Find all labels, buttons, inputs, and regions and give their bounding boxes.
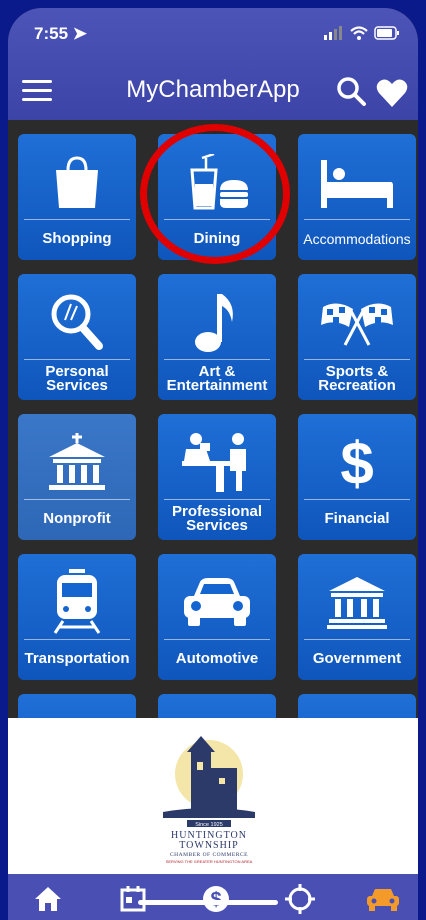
tile-partial[interactable] <box>298 694 416 718</box>
tile-label: Art & Entertainment <box>166 363 268 394</box>
shopping-bag-icon <box>56 156 98 208</box>
train-icon <box>53 569 101 634</box>
tab-deals[interactable]: $ <box>196 882 236 916</box>
status-icons <box>324 26 400 40</box>
building-icon <box>49 433 105 490</box>
dollar-circle-icon: $ <box>203 886 229 912</box>
tile-label: Transportation <box>24 650 130 667</box>
home-indicator <box>138 900 278 905</box>
music-note-icon <box>195 294 233 352</box>
home-icon <box>35 887 61 911</box>
battery-icon <box>374 26 399 40</box>
car-icon <box>367 889 399 911</box>
bed-icon <box>321 160 393 208</box>
tile-professional-services[interactable]: Professional Services <box>158 414 276 540</box>
tile-partial[interactable] <box>158 694 276 718</box>
wifi-icon <box>350 26 368 40</box>
professional-icon <box>182 433 246 492</box>
search-icon[interactable] <box>336 76 366 106</box>
tile-label: Personal Services <box>45 363 109 394</box>
tab-calendar[interactable] <box>113 882 153 916</box>
magnifier-icon <box>51 294 103 350</box>
status-time: 7:55 ➤ <box>34 24 88 43</box>
tab-map[interactable] <box>280 882 320 916</box>
svg-text:$: $ <box>340 430 373 494</box>
tile-label: Nonprofit <box>43 510 111 527</box>
tile-automotive[interactable]: Automotive <box>158 554 276 680</box>
tile-label: Professional Services <box>171 503 263 534</box>
logo-org-line2: TOWNSHIP <box>179 840 238 851</box>
tile-shopping[interactable]: Shopping <box>18 134 136 260</box>
tile-label: Financial <box>324 510 390 527</box>
bottom-tab-bar: $ <box>8 874 418 920</box>
dollar-icon: $ <box>340 430 373 494</box>
checkered-flags-icon <box>321 303 393 346</box>
tab-home[interactable] <box>28 882 68 916</box>
tile-personal-services[interactable]: Personal Services <box>18 274 136 400</box>
tile-label: Government <box>312 650 402 667</box>
logo-tagline: SERVING THE GREATER HUNTINGTON AREA <box>166 859 253 864</box>
top-bar: 7:55 ➤ MyChamberApp <box>8 8 418 120</box>
car-icon <box>184 578 250 626</box>
highlight-circle <box>140 124 290 264</box>
tile-partial[interactable] <box>18 694 136 718</box>
government-icon <box>327 577 387 629</box>
tile-nonprofit[interactable]: Nonprofit <box>18 414 136 540</box>
sponsor-banner[interactable]: Since 1925 HUNTINGTON TOWNSHIP CHAMBER O… <box>8 718 418 874</box>
tile-transportation[interactable]: Transportation <box>18 554 136 680</box>
tile-government[interactable]: Government <box>298 554 416 680</box>
tile-label: Shopping <box>42 230 112 247</box>
chamber-logo: Since 1925 HUNTINGTON TOWNSHIP CHAMBER O… <box>163 736 255 864</box>
signal-icon <box>324 26 342 40</box>
logo-since-text: Since 1925 <box>195 822 223 828</box>
favorites-heart-icon[interactable] <box>376 78 408 108</box>
tile-sports-recreation[interactable]: Sports & Recreation <box>298 274 416 400</box>
calendar-icon <box>120 886 146 912</box>
phone-screen: 7:55 ➤ MyChamberApp Shopping Dining Acco… <box>8 8 418 920</box>
tab-car[interactable] <box>363 882 403 916</box>
tile-accommodations[interactable]: Accommodations <box>298 134 416 260</box>
logo-org-line3: CHAMBER OF COMMERCE <box>170 852 248 858</box>
target-icon <box>285 884 315 914</box>
tile-label: Sports & Recreation <box>318 363 396 394</box>
location-arrow-icon: ➤ <box>72 24 88 43</box>
tile-financial[interactable]: $ Financial <box>298 414 416 540</box>
tile-label: Accommodations <box>303 231 411 247</box>
tile-art-entertainment[interactable]: Art & Entertainment <box>158 274 276 400</box>
tile-label: Automotive <box>175 650 259 667</box>
